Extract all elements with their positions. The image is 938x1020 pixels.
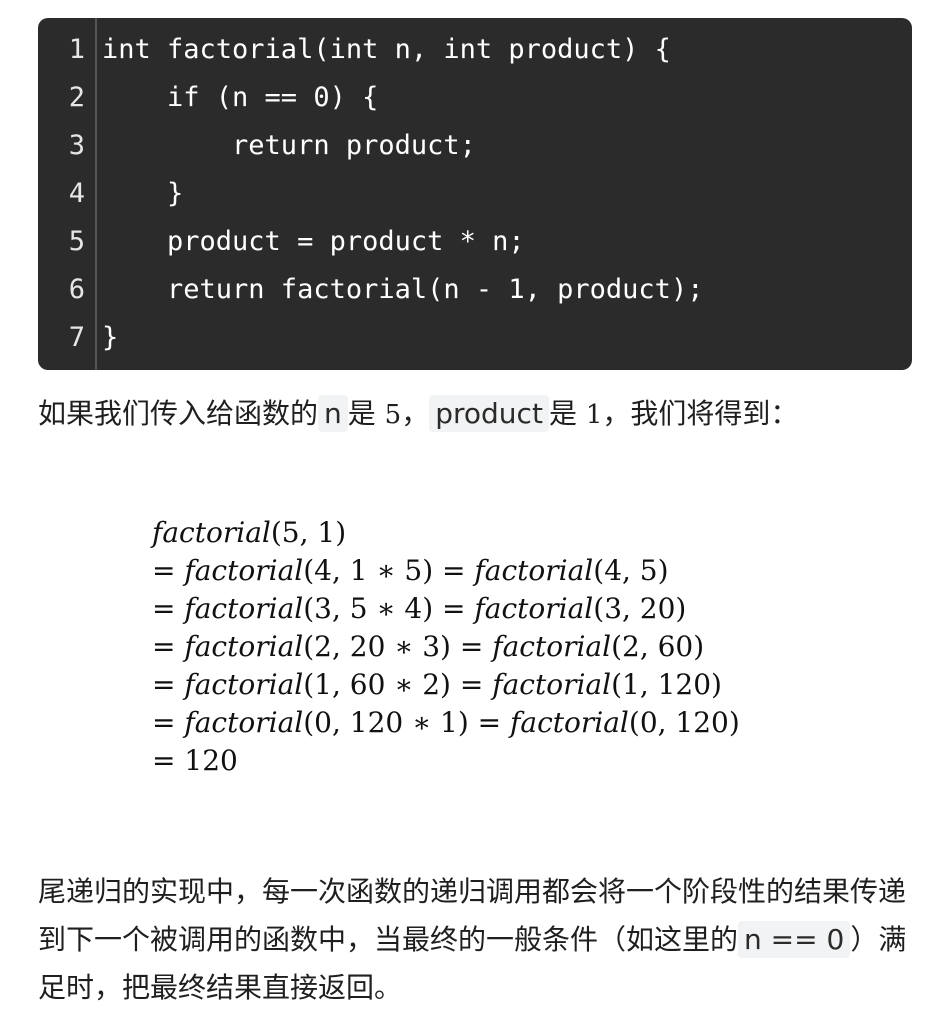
math-function: factorial (184, 554, 304, 587)
line-number: 6 (68, 273, 85, 305)
paragraph-explanation: 尾递归的实现中，每一次函数的递归调用都会将一个阶段性的结果传递到下一个被调用的函… (38, 868, 918, 1012)
paragraph-text: 是 (548, 397, 586, 430)
paragraph-text: ， (401, 397, 430, 430)
math-args: (3, 5 ∗ 4) (303, 592, 434, 625)
math-equation-block: factorial(5, 1) = factorial(4, 1 ∗ 5) = … (152, 514, 740, 780)
math-args: (4, 5) (593, 554, 669, 587)
math-function: factorial (184, 668, 304, 701)
math-operator: = (450, 668, 493, 701)
line-number: 3 (68, 129, 85, 161)
math-args: (3, 20) (593, 592, 687, 625)
math-operator: = (152, 554, 185, 587)
code-line: 6 return factorial(n - 1, product); (38, 265, 912, 313)
code-text: if (n == 0) { (102, 81, 379, 113)
math-function: factorial (510, 706, 629, 739)
math-function: factorial (474, 592, 594, 625)
math-function: factorial (184, 630, 304, 663)
math-function: factorial (492, 668, 612, 701)
code-text: } (102, 177, 184, 209)
code-text: product = product * n; (102, 225, 525, 257)
inline-math-5: 5 (384, 400, 402, 430)
code-line: 1 int factorial(int n, int product) { (38, 25, 912, 73)
math-args: (0, 120 ∗ 1) (303, 706, 469, 739)
code-line: 4 } (38, 169, 912, 217)
math-operator: = (152, 592, 185, 625)
math-operator: = (152, 630, 185, 663)
math-operator: = (152, 706, 185, 739)
math-args: (1, 120) (611, 668, 722, 701)
math-args: (2, 60) (611, 630, 705, 663)
math-line: = factorial(2, 20 ∗ 3) = factorial(2, 60… (152, 628, 740, 666)
paragraph-text: ，我们将得到： (602, 397, 799, 430)
line-number: 4 (68, 177, 85, 209)
code-text: return product; (102, 129, 476, 161)
math-line: = 120 (152, 742, 740, 780)
math-args: 120 (184, 744, 238, 777)
math-line: = factorial(3, 5 ∗ 4) = factorial(3, 20) (152, 590, 740, 628)
math-operator: = (468, 706, 511, 739)
inline-code-condition: n == 0 (738, 921, 851, 958)
math-operator: = (152, 668, 185, 701)
math-function: factorial (184, 706, 304, 739)
math-operator: = (450, 630, 493, 663)
math-function: factorial (152, 516, 271, 549)
line-number: 2 (68, 81, 85, 113)
math-function: factorial (474, 554, 594, 587)
paragraph-text: 如果我们传入给函数的 (38, 397, 319, 430)
math-line: = factorial(0, 120 ∗ 1) = factorial(0, 1… (152, 704, 740, 742)
inline-math-1: 1 (585, 400, 603, 430)
inline-code-product: product (429, 395, 549, 432)
math-line: factorial(5, 1) (152, 514, 740, 552)
math-args: (4, 1 ∗ 5) (303, 554, 434, 587)
code-line: 3 return product; (38, 121, 912, 169)
math-operator: = (433, 554, 475, 587)
math-function: factorial (492, 630, 612, 663)
math-args: (1, 60 ∗ 2) (303, 668, 451, 701)
inline-code-n: n (318, 395, 348, 432)
math-args: (5, 1) (270, 516, 347, 549)
code-line: 5 product = product * n; (38, 217, 912, 265)
code-line: 2 if (n == 0) { (38, 73, 912, 121)
line-number: 7 (68, 321, 85, 353)
code-text: int factorial(int n, int product) { (102, 33, 671, 65)
line-number: 1 (68, 33, 85, 65)
math-operator: = (152, 744, 185, 777)
code-block: 1 int factorial(int n, int product) { 2 … (38, 18, 912, 370)
math-line: = factorial(1, 60 ∗ 2) = factorial(1, 12… (152, 666, 740, 704)
paragraph-text: 是 (347, 397, 385, 430)
line-number: 5 (68, 225, 85, 257)
math-line: = factorial(4, 1 ∗ 5) = factorial(4, 5) (152, 552, 740, 590)
code-text: return factorial(n - 1, product); (102, 273, 704, 305)
math-operator: = (433, 592, 475, 625)
line-number-gutter-divider (95, 18, 97, 370)
math-function: factorial (184, 592, 304, 625)
code-line: 7 } (38, 313, 912, 361)
math-args: (2, 20 ∗ 3) (303, 630, 451, 663)
math-args: (0, 120) (628, 706, 740, 739)
paragraph-intro: 如果我们传入给函数的 n 是 5， product 是 1，我们将得到： (38, 390, 868, 439)
